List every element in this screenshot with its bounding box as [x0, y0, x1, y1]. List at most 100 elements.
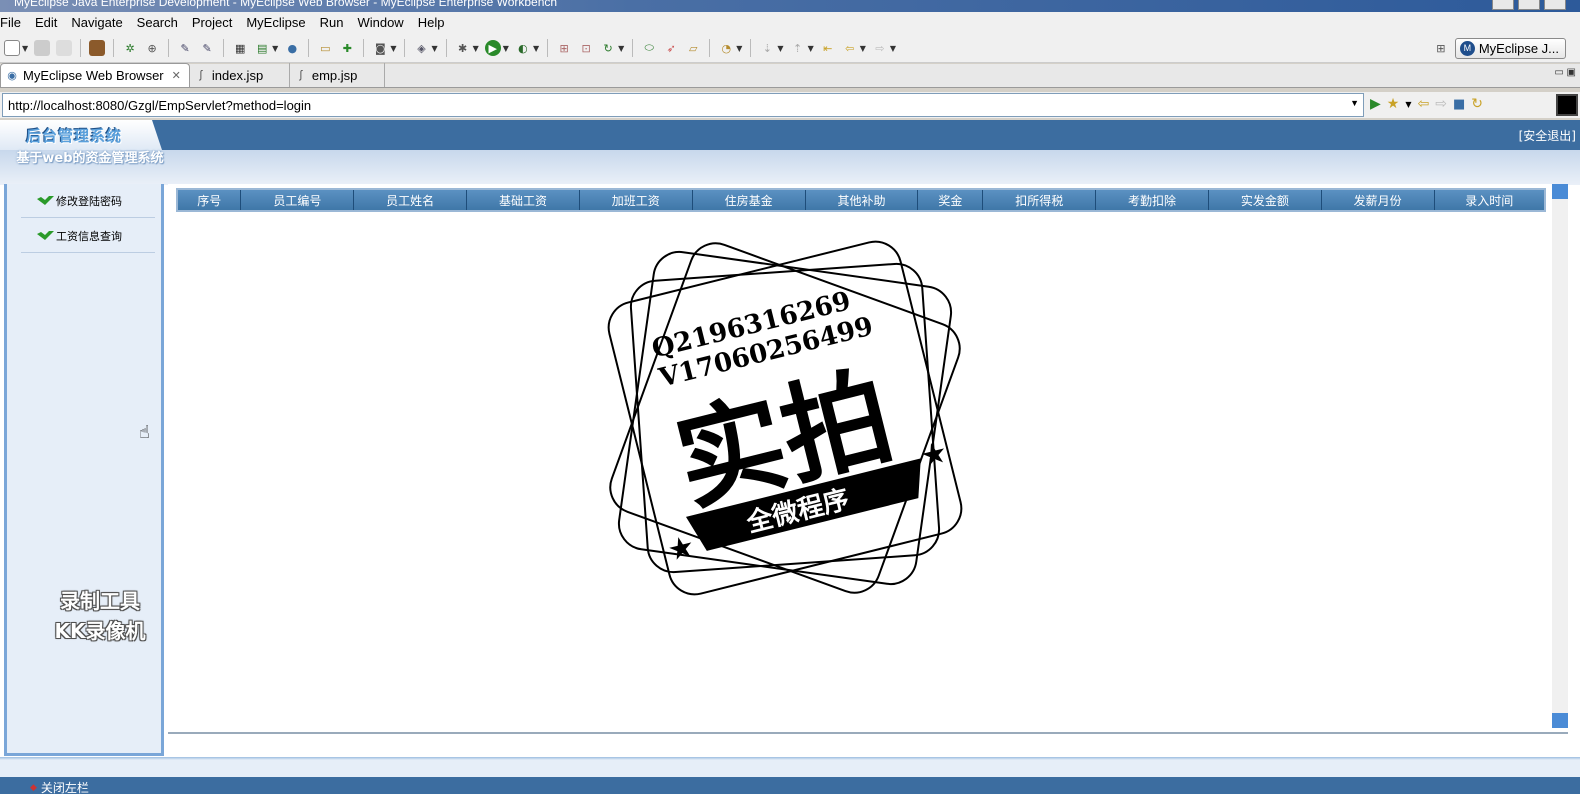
scroll-down-button[interactable]	[1552, 713, 1568, 728]
app-footer: ◆ 关闭左栏	[0, 757, 1580, 794]
close-left-panel-link[interactable]: ◆ 关闭左栏	[30, 779, 89, 794]
prev-annotation-icon[interactable]: ⇡	[790, 40, 806, 56]
save-icon[interactable]	[34, 40, 51, 56]
globe-icon: ◉	[7, 70, 17, 82]
jsp-file-icon: ʃ	[199, 69, 203, 81]
column-header: 录入时间	[1433, 189, 1546, 211]
browser-icon[interactable]: ●	[284, 40, 300, 56]
new-icon[interactable]	[4, 40, 20, 56]
edit2-icon[interactable]: ✎	[199, 40, 215, 56]
wizard-icon[interactable]: ◈	[413, 40, 429, 56]
package-icon[interactable]	[89, 40, 106, 56]
chevron-down-icon[interactable]: ▼	[1350, 98, 1359, 108]
scroll-up-button[interactable]	[1552, 184, 1568, 199]
window-controls	[1492, 0, 1566, 10]
menu-window[interactable]: Window	[350, 15, 410, 30]
last-edit-icon[interactable]: ⇤	[820, 40, 836, 56]
menu-help[interactable]: Help	[411, 15, 452, 30]
back-icon[interactable]: ⇦	[842, 40, 858, 56]
back-icon[interactable]: ⇦	[1418, 96, 1430, 112]
column-header: 实发金额	[1207, 189, 1322, 211]
left-sidebar: 修改登陆密码 工资信息查询 ☝	[4, 184, 164, 756]
footer-link-label: 关闭左栏	[40, 781, 89, 794]
open-perspective-icon[interactable]: ⊞	[1433, 40, 1449, 56]
window-title: MyEclipse Java Enterprise Development - …	[14, 0, 558, 9]
next-annotation-icon[interactable]: ⇣	[759, 40, 775, 56]
column-header: 加班工资	[578, 189, 693, 211]
web-content: 后台管理系统 [安全退出] 基于web的资金管理系统 修改登陆密码 工资信息查询…	[0, 120, 1580, 794]
column-header: 基础工资	[466, 189, 580, 211]
minimize-button[interactable]	[1492, 0, 1514, 10]
add-icon[interactable]: ✚	[339, 40, 355, 56]
close-icon[interactable]: ✕	[172, 69, 181, 82]
recorder-line2: KK录像机	[54, 619, 146, 643]
print-icon[interactable]	[56, 40, 73, 56]
menu-edit[interactable]: Edit	[28, 15, 64, 30]
tab-label: MyEclipse Web Browser	[23, 68, 164, 83]
db-icon[interactable]: ⬭	[641, 40, 657, 56]
camera-icon[interactable]: ◙	[372, 40, 388, 56]
app-subtitle: 基于web的资金管理系统	[16, 151, 164, 166]
refresh-icon[interactable]: ↻	[600, 40, 616, 56]
app-header: 后台管理系统 [安全退出]	[0, 120, 1580, 150]
favorites-icon[interactable]: ★	[1387, 96, 1400, 112]
jsp-file-icon: ʃ	[299, 69, 303, 81]
server-run-icon[interactable]: ▤	[254, 40, 270, 56]
vertical-scrollbar[interactable]	[1552, 184, 1568, 728]
run-icon[interactable]: ▶	[484, 40, 501, 56]
sidebar-item-label: 工资信息查询	[56, 229, 122, 243]
server-icon[interactable]: ▦	[232, 40, 248, 56]
tab-label: emp.jsp	[311, 67, 358, 83]
edit-icon[interactable]: ✎	[177, 40, 193, 56]
url-text: http://localhost:8080/Gzgl/EmpServlet?me…	[8, 98, 312, 113]
sidebar-item-label: 修改登陆密码	[56, 194, 122, 208]
tab-index-jsp[interactable]: ʃ index.jsp	[190, 63, 290, 87]
rocket-icon[interactable]: ➶	[663, 40, 679, 56]
perspective-button[interactable]: M MyEclipse J...	[1454, 37, 1566, 59]
recorder-line1: 录制工具	[60, 589, 140, 613]
recorder-watermark: 录制工具 KK录像机	[30, 586, 170, 646]
column-header: 奖金	[917, 189, 984, 211]
menu-search[interactable]: Search	[130, 15, 185, 30]
safe-exit-link[interactable]: [安全退出]	[1519, 127, 1576, 144]
stop-icon[interactable]: ■	[1453, 97, 1465, 112]
close-window-button[interactable]	[1544, 0, 1566, 10]
refresh-icon[interactable]: ↻	[1471, 96, 1483, 112]
minimize-maximize-icon[interactable]: ▭ ▣	[1554, 67, 1576, 78]
black-square	[1556, 94, 1578, 116]
column-header: 员工姓名	[353, 189, 468, 211]
deploy-icon[interactable]: ⊕	[144, 40, 160, 56]
arrow-icon	[37, 231, 54, 240]
menu-file[interactable]: File	[0, 15, 28, 30]
column-header: 扣所得税	[982, 189, 1097, 211]
sidebar-item-change-password[interactable]: 修改登陆密码	[21, 184, 155, 218]
new-package-icon[interactable]: ⊡	[578, 40, 594, 56]
forward-icon[interactable]: ⇨	[1435, 96, 1447, 112]
menu-myeclipse[interactable]: MyEclipse	[239, 15, 312, 30]
watermark-stamp: Q2196316269 V17060256499 实拍 全微程序 ★ ★	[607, 240, 963, 596]
go-icon[interactable]: ▶	[1370, 96, 1381, 112]
debug-icon[interactable]: ✱	[455, 40, 471, 56]
table-header-row: 序号 员工编号 员工姓名 基础工资 加班工资 住房基金 其他补助 奖金 扣所得税…	[176, 189, 1546, 211]
menu-run[interactable]: Run	[313, 15, 351, 30]
menu-bar: File Edit Navigate Search Project MyEcli…	[0, 12, 1580, 33]
perspective-switcher: ⊞ M MyEclipse J...	[1433, 37, 1566, 59]
tab-emp-jsp[interactable]: ʃ emp.jsp	[290, 63, 385, 87]
maximize-button[interactable]	[1518, 0, 1540, 10]
open-folder-icon[interactable]: ▭	[317, 40, 333, 56]
open-type-icon[interactable]: ▱	[685, 40, 701, 56]
sidebar-item-salary-query[interactable]: 工资信息查询	[21, 219, 155, 253]
star-icon: ★	[666, 531, 697, 566]
external-tools-icon[interactable]: ◐	[515, 40, 531, 56]
eclipse-window: MyEclipse Java Enterprise Development - …	[0, 0, 1580, 794]
menu-project[interactable]: Project	[185, 15, 239, 30]
new-class-icon[interactable]: ⊞	[556, 40, 572, 56]
forward-icon[interactable]: ⇨	[872, 40, 888, 56]
tab-web-browser[interactable]: ◉ MyEclipse Web Browser ✕	[0, 63, 190, 87]
menu-navigate[interactable]: Navigate	[64, 15, 129, 30]
main-toolbar: ▼ ✲ ⊕ ✎ ✎ ▦ ▤ ▼ ● ▭ ✚ ◙ ▼ ◈ ▼ ✱ ▼ ▶ ▼ ◐ ▼	[0, 33, 1580, 63]
search-folder-icon[interactable]: ◔	[718, 40, 734, 56]
column-header: 员工编号	[240, 189, 355, 211]
build-icon[interactable]: ✲	[122, 40, 138, 56]
url-input[interactable]: http://localhost:8080/Gzgl/EmpServlet?me…	[2, 93, 1364, 117]
